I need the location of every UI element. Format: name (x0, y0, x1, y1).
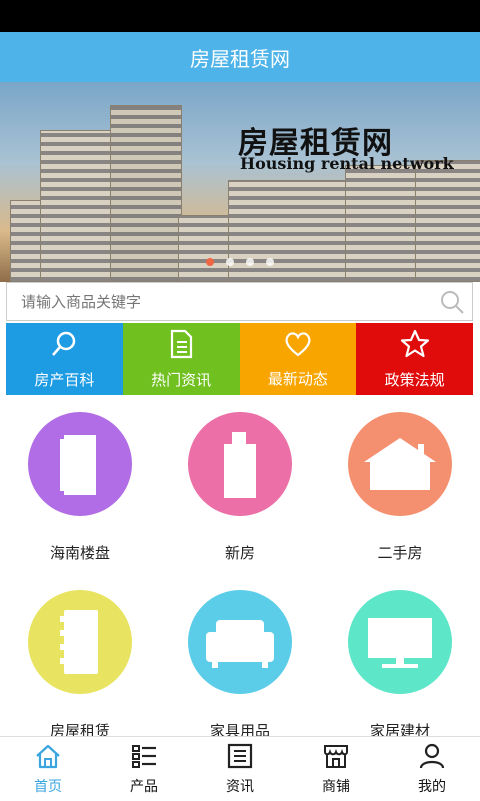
nav-item-user[interactable]: 我的 (384, 737, 480, 801)
category-item[interactable]: 新房 (160, 412, 320, 563)
quick-tab-2[interactable]: 最新动态 (239, 323, 357, 395)
quick-tab-label: 热门资讯 (151, 370, 212, 389)
category-item[interactable]: 家居建材 (320, 590, 480, 741)
heart-icon (283, 330, 313, 368)
nav-item-list[interactable]: 产品 (96, 737, 192, 801)
nav-item-home[interactable]: 首页 (0, 737, 96, 801)
sofa-icon (188, 590, 292, 694)
carousel-dot[interactable] (226, 258, 234, 266)
building-icon (28, 412, 132, 516)
bottom-navigation: 首页 产品 资讯 商铺 我的 (0, 736, 480, 801)
quick-tab-label: 政策法规 (384, 370, 445, 389)
carousel-dot[interactable] (246, 258, 254, 266)
page-title: 房屋租赁网 (190, 46, 290, 71)
carousel-indicator (0, 258, 480, 266)
nav-label: 首页 (34, 778, 62, 795)
news-icon (226, 743, 254, 776)
search-input[interactable] (7, 282, 432, 321)
house-icon (348, 412, 452, 516)
nav-item-news[interactable]: 资讯 (192, 737, 288, 801)
banner-building (110, 105, 182, 282)
status-bar (0, 0, 480, 32)
category-item[interactable]: 二手房 (320, 412, 480, 563)
home-icon (34, 743, 62, 776)
category-item[interactable]: 家具用品 (160, 590, 320, 741)
quick-tab-label: 最新动态 (267, 369, 328, 388)
notebook-icon (28, 590, 132, 694)
banner-carousel[interactable] (0, 82, 480, 282)
star-icon (400, 329, 430, 369)
nav-label: 我的 (418, 778, 446, 795)
list-icon (130, 743, 158, 776)
banner-subtitle: Housing rental network (240, 154, 454, 173)
quick-tab-1[interactable]: 热门资讯 (122, 323, 240, 395)
carousel-dot[interactable] (266, 258, 274, 266)
banner-building (228, 180, 350, 282)
quick-tabs: 房产百科 热门资讯 最新动态 政策法规 (6, 323, 473, 395)
nav-item-shop[interactable]: 商铺 (288, 737, 384, 801)
category-label: 新房 (224, 544, 255, 562)
category-item[interactable]: 海南楼盘 (0, 412, 160, 563)
nav-label: 产品 (130, 778, 158, 795)
monitor-icon (348, 590, 452, 694)
search-icon (49, 329, 79, 369)
category-label: 海南楼盘 (49, 544, 110, 562)
search-icon[interactable] (432, 289, 472, 315)
category-item[interactable]: 房屋租赁 (0, 590, 160, 741)
nav-label: 资讯 (226, 778, 254, 795)
app-title-bar: 房屋租赁网 (0, 32, 480, 82)
tower-icon (188, 412, 292, 516)
search-bar (6, 282, 473, 321)
quick-tab-0[interactable]: 房产百科 (6, 323, 123, 395)
banner-building (178, 215, 230, 282)
quick-tab-3[interactable]: 政策法规 (356, 323, 473, 395)
category-label: 二手房 (377, 544, 423, 562)
quick-tab-label: 房产百科 (34, 370, 95, 389)
document-icon (167, 329, 195, 369)
carousel-dot[interactable] (206, 258, 214, 266)
shop-icon (322, 743, 350, 776)
nav-label: 商铺 (322, 778, 350, 795)
user-icon (418, 743, 446, 776)
